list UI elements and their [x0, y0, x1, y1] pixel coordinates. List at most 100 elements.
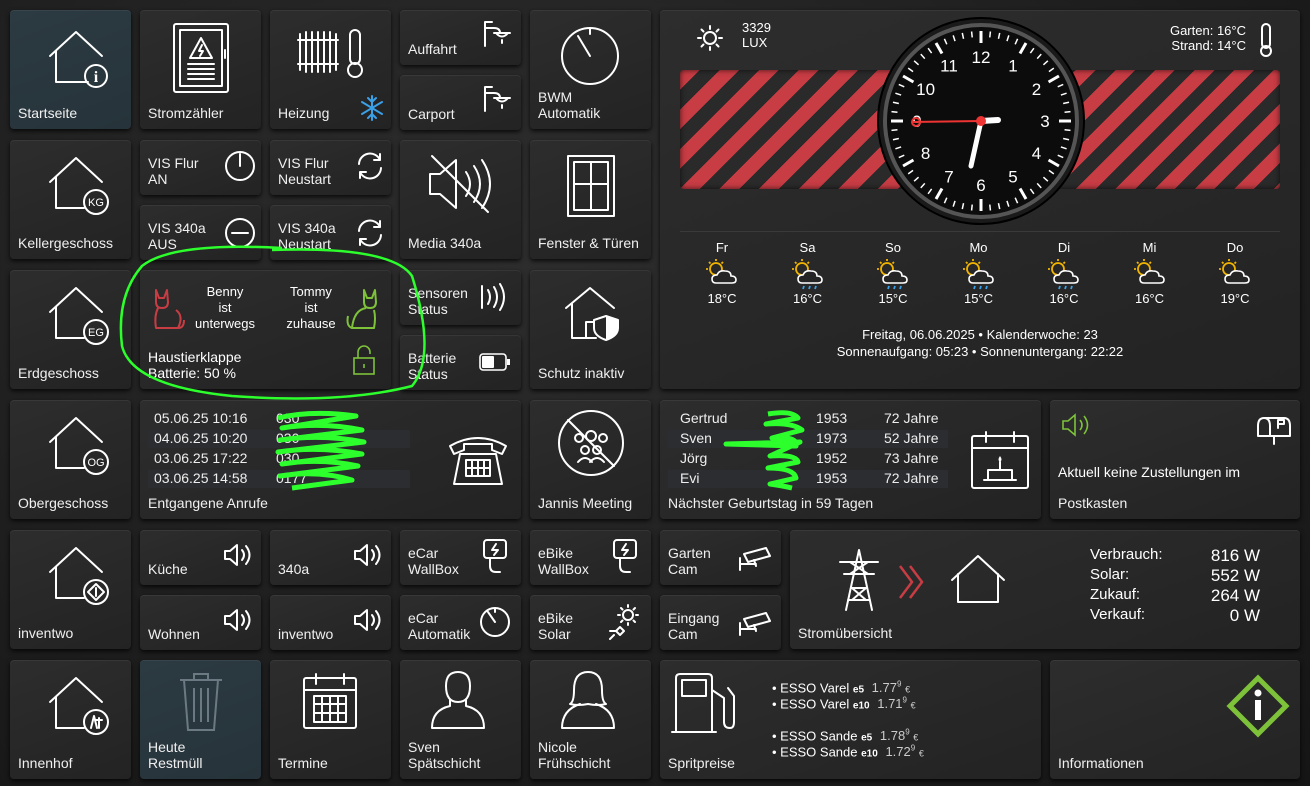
date-line: Freitag, 06.06.2025 • Kalenderwoche: 23	[862, 327, 1098, 342]
house-og-icon: OG	[44, 410, 114, 480]
house-kg-icon: KG	[44, 150, 114, 220]
sun-line: Sonnenaufgang: 05:23 • Sonnenuntergang: …	[836, 344, 1124, 359]
tile-haustierklappe[interactable]: Benny ist unterwegs Tommy ist zuhause Ha…	[140, 270, 391, 389]
tile-ecar-automatik[interactable]: eCar Automatik	[400, 595, 521, 650]
clock-number: 3	[1040, 112, 1049, 131]
tile-audio-wohnen[interactable]: Wohnen	[140, 595, 261, 650]
tile-termine[interactable]: Termine	[270, 660, 391, 779]
tile-ecar-wallbox[interactable]: eCar WallBox	[400, 530, 521, 585]
tile-cam-garten[interactable]: Garten Cam	[660, 530, 781, 585]
no-meeting-icon	[554, 406, 628, 480]
tile-vis-flur-neustart[interactable]: VIS Flur Neustart	[270, 140, 391, 195]
speaker-icon	[222, 540, 256, 570]
tile-batterie-status[interactable]: Batterie Status	[400, 335, 521, 390]
tile-erdgeschoss[interactable]: EG Erdgeschoss	[10, 270, 131, 389]
call-row: 04.06.25 10:20 030	[148, 430, 410, 448]
birthday-name: Jörg	[680, 450, 708, 466]
tile-postkasten[interactable]: Aktuell keine Zustellungen im Postkasten	[1050, 400, 1300, 519]
unlock-icon	[352, 344, 376, 376]
fuel-price: 1.779	[871, 680, 902, 696]
tile-informationen[interactable]: Informationen	[1050, 660, 1300, 779]
partly-cloudy-icon	[1215, 257, 1255, 291]
tile-audio-inventwo[interactable]: inventwo	[270, 595, 391, 650]
tile-stromuebersicht[interactable]: Verbrauch: 816 W Solar: 552 W Zukauf: 264 W Ve…	[790, 530, 1300, 649]
weather-clock-widget: 3329 LUX Garten: 16°C Strand: 14°C 12 1 2 3…	[660, 10, 1300, 389]
speaker-muted-icon	[426, 152, 498, 216]
tile-label: Kellergeschoss	[18, 235, 113, 251]
tile-nicole-schicht[interactable]: Nicole Frühschicht	[530, 660, 651, 779]
clock-tick	[989, 204, 992, 211]
clock-number: 2	[1032, 80, 1041, 99]
forecast-day-label: Do	[1226, 240, 1244, 255]
tile-restmuell[interactable]: Heute Restmüll	[140, 660, 261, 779]
call-row: 03.06.25 14:58 0177	[148, 470, 410, 488]
forecast-day: So 15°C	[863, 240, 923, 306]
power-pylon-icon	[834, 548, 884, 612]
tile-ebike-wallbox[interactable]: eBike WallBox	[530, 530, 651, 585]
tile-schutz[interactable]: Schutz inaktiv	[530, 270, 651, 389]
tile-kellergeschoss[interactable]: KG Kellergeschoss	[10, 140, 131, 259]
fuel-price: 1.789	[879, 728, 910, 744]
benny-status: Benny ist unterwegs	[195, 284, 255, 331]
tile-vis-340a-aus[interactable]: VIS 340a AUS	[140, 205, 261, 260]
power-label: Verbrauch:	[1090, 546, 1163, 563]
call-number: 030	[276, 410, 300, 426]
tile-cam-eingang[interactable]: Eingang Cam	[660, 595, 781, 650]
tile-audio-340a[interactable]: 340a	[270, 530, 391, 585]
tile-entgangene-anrufe[interactable]: 05.06.25 10:16 030 04.06.25 10:20 030 03.06.…	[140, 400, 521, 519]
forecast-day: Do 19°C	[1205, 240, 1265, 306]
sun-icon	[696, 24, 724, 52]
tile-sensoren-status[interactable]: Sensoren Status	[400, 270, 521, 325]
speaker-icon	[352, 605, 386, 635]
tile-audio-kueche[interactable]: Küche	[140, 530, 261, 585]
tile-sven-schicht[interactable]: Sven Spätschicht	[400, 660, 521, 779]
tile-label: VIS Flur AN	[148, 155, 199, 187]
speaker-icon	[352, 540, 386, 570]
electric-meter-icon	[170, 20, 232, 96]
forecast-day: Mo 15°C	[949, 240, 1009, 306]
call-row: 05.06.25 10:16 030	[148, 410, 410, 428]
clock-number: 5	[1008, 167, 1017, 186]
tile-label: Erdgeschoss	[18, 365, 99, 381]
sensor-signal-icon	[478, 282, 512, 312]
tile-bwm-automatik[interactable]: BWM Automatik	[530, 10, 651, 129]
tile-obergeschoss[interactable]: OG Obergeschoss	[10, 400, 131, 519]
fuel-type: e5	[861, 732, 873, 744]
birthday-row: Sven 1973 52 Jahre	[668, 430, 948, 448]
tile-vis-flur-an[interactable]: VIS Flur AN	[140, 140, 261, 195]
forecast-day: Di 16°C	[1034, 240, 1094, 306]
tile-stromzaehler[interactable]: Stromzähler	[140, 10, 261, 129]
fuel-station: • ESSO Varel	[772, 696, 850, 712]
fuel-unit: €	[918, 748, 924, 759]
tile-media-340a[interactable]: Media 340a	[400, 140, 521, 259]
tile-vis-340a-neustart[interactable]: VIS 340a Neustart	[270, 205, 391, 260]
tile-carport[interactable]: Carport	[400, 75, 521, 130]
tile-inventwo[interactable]: inventwo	[10, 530, 131, 649]
tile-ebike-solar[interactable]: eBike Solar	[530, 595, 651, 650]
double-chevron-icon	[896, 564, 926, 600]
house-shield-icon	[562, 282, 624, 344]
snowflake-icon	[358, 94, 386, 122]
house-info-icon: i	[44, 24, 114, 94]
outdoor-lamp-icon	[482, 18, 516, 48]
tile-label: Informationen	[1058, 755, 1144, 771]
tile-innenhof[interactable]: Innenhof	[10, 660, 131, 779]
clock-number: 10	[916, 80, 935, 99]
tile-startseite[interactable]: i Startseite	[10, 10, 131, 129]
lux-readout: 3329 LUX	[742, 20, 771, 50]
tile-spritpreise[interactable]: • ESSO Varel e5 1.779 € • ESSO Varel e10 …	[660, 660, 1041, 779]
tile-heizung[interactable]: Heizung	[270, 10, 391, 129]
tile-geburtstage[interactable]: Gertrud 1953 72 Jahre Sven 1973 52 Jahre Jörg 1…	[660, 400, 1041, 519]
power-row: Solar: 552 W	[1090, 566, 1260, 586]
lux-unit: LUX	[742, 35, 768, 50]
tile-auffahrt[interactable]: Auffahrt	[400, 10, 521, 65]
forecast-temp: 16°C	[1049, 291, 1079, 306]
forecast-temp: 18°C	[707, 291, 737, 306]
clock-number: 12	[972, 48, 991, 67]
forecast-temp: 16°C	[792, 291, 823, 306]
tile-jannis-meeting[interactable]: Jannis Meeting	[530, 400, 651, 519]
tile-label: Sensoren Status	[408, 285, 468, 317]
tile-fenster-tueren[interactable]: Fenster & Türen	[530, 140, 651, 259]
clock-tick	[970, 31, 973, 38]
tile-label: Postkasten	[1058, 495, 1128, 511]
